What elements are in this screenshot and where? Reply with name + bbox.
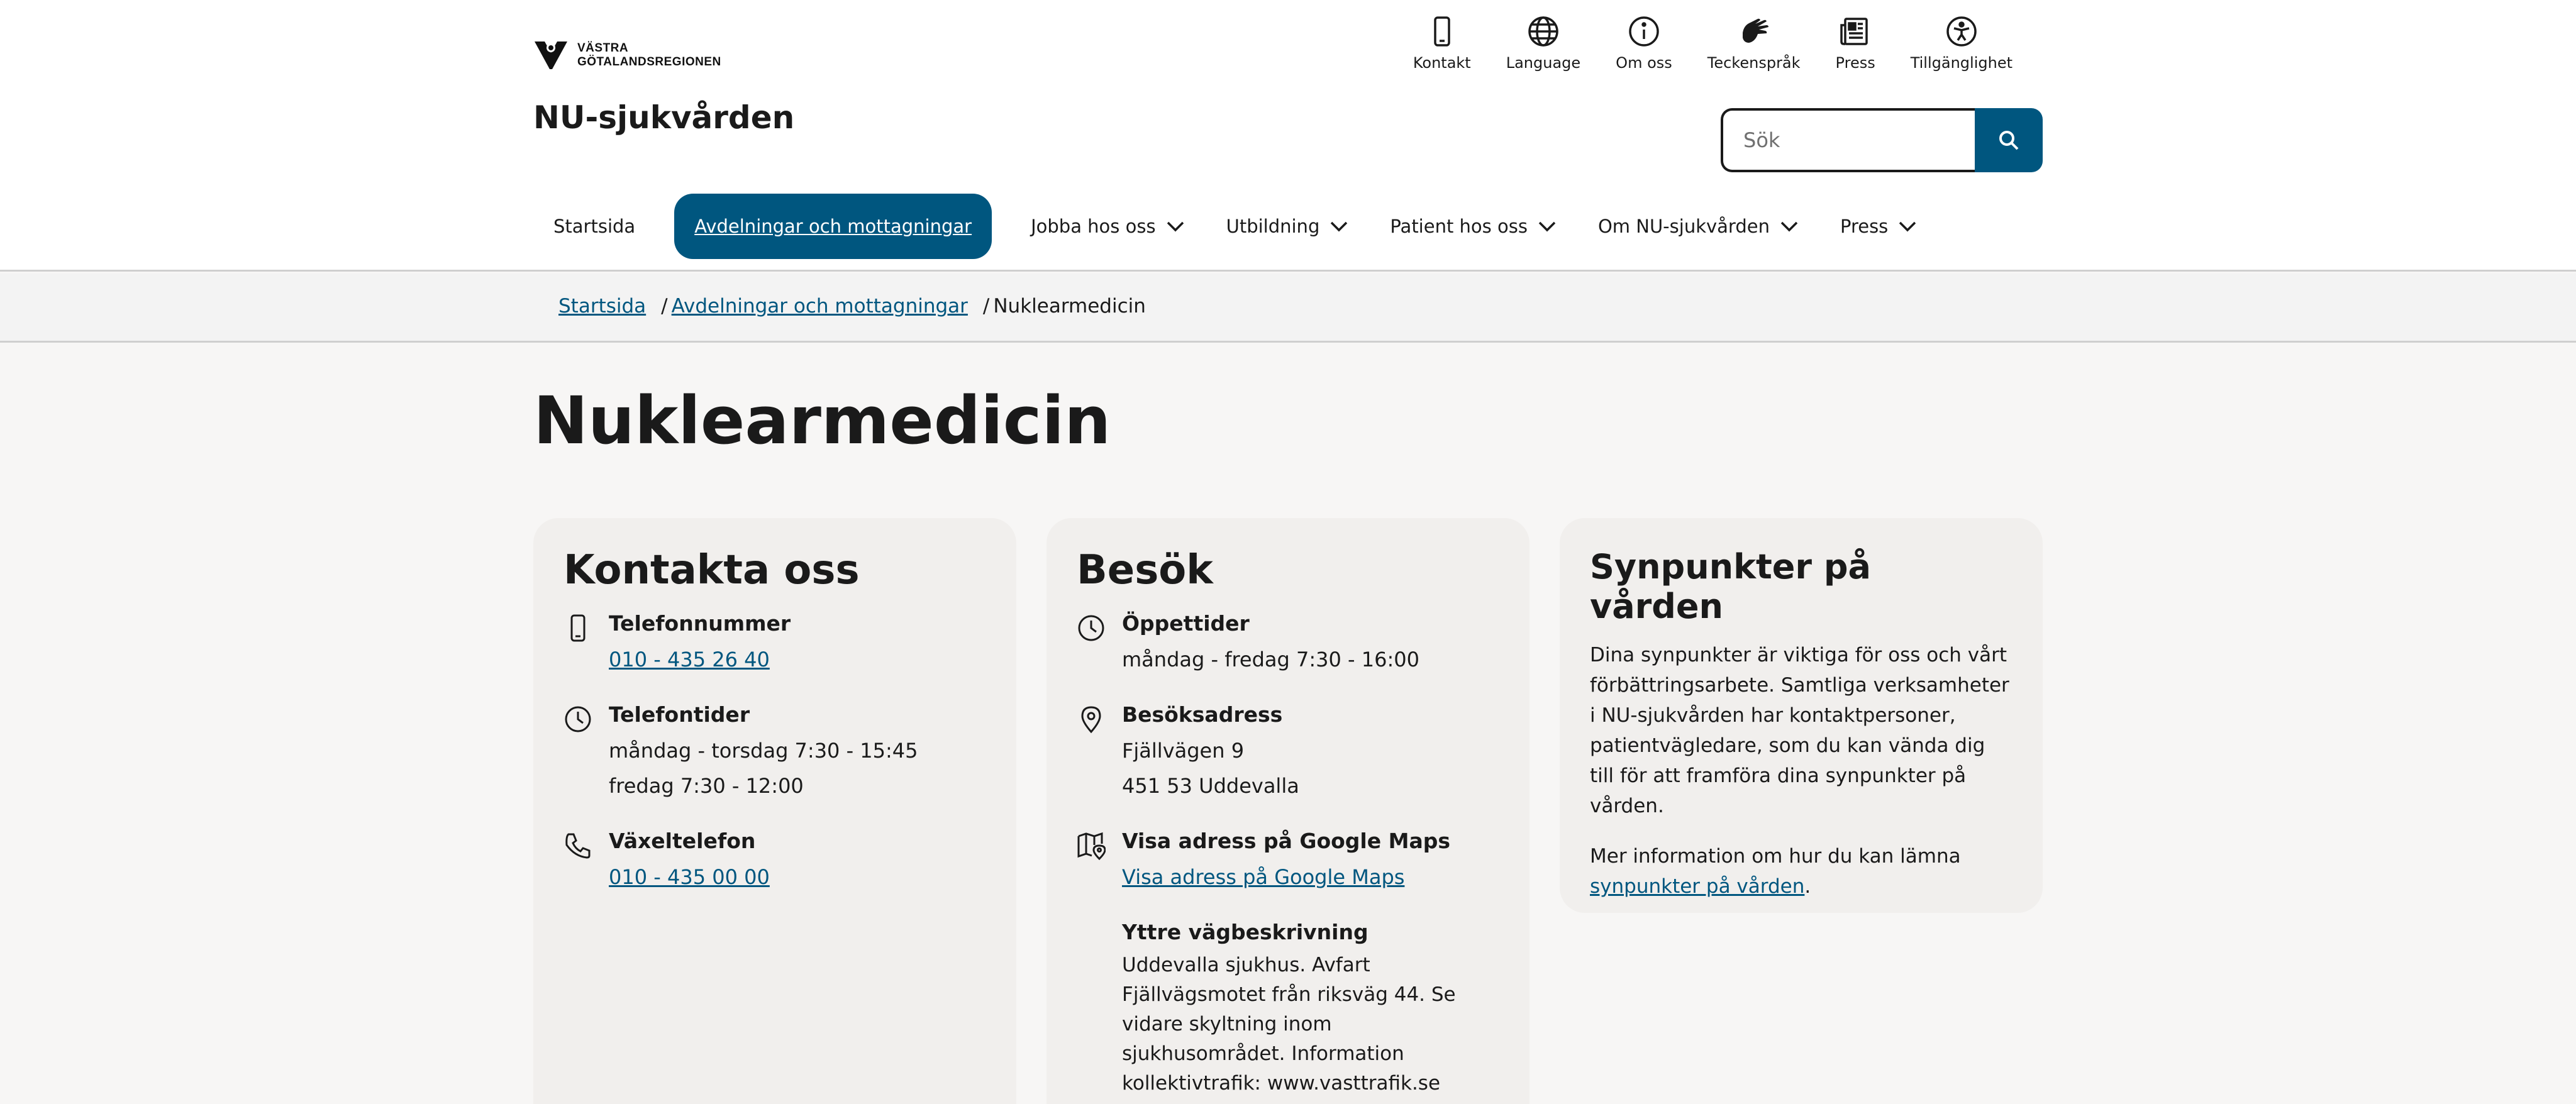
phone-entry: Telefonnummer 010 - 435 26 40 bbox=[564, 611, 986, 677]
chevron-down-icon bbox=[1780, 221, 1798, 232]
nav-item-utbildning[interactable]: Utbildning bbox=[1206, 194, 1370, 259]
top-link-teckensprak[interactable]: Teckenspråk bbox=[1690, 14, 1818, 72]
newspaper-icon bbox=[1840, 18, 1868, 45]
clock-icon bbox=[565, 706, 591, 732]
maps-label: Visa adress på Google Maps bbox=[1122, 829, 1450, 853]
phone-hours-line-2: fredag 7:30 - 12:00 bbox=[609, 774, 804, 798]
search-icon bbox=[1999, 131, 2019, 150]
vgr-logo-icon bbox=[535, 41, 567, 69]
maps-entry: Visa adress på Google Maps Visa adress p… bbox=[1077, 829, 1499, 895]
breadcrumb-current: Nuklearmedicin bbox=[993, 295, 1146, 317]
logo-line-1: VÄSTRA bbox=[577, 41, 629, 55]
switchboard-link[interactable]: 010 - 435 00 00 bbox=[609, 865, 770, 889]
logo-line-2: GÖTALANDSREGIONEN bbox=[577, 55, 721, 69]
phone-hours-line-1: måndag - torsdag 7:30 - 15:45 bbox=[609, 739, 918, 763]
phone-label: Telefonnummer bbox=[609, 611, 791, 636]
switchboard-entry: Växeltelefon 010 - 435 00 00 bbox=[564, 829, 986, 895]
top-link-label: Kontakt bbox=[1413, 54, 1471, 72]
breadcrumb: Startsida / Avdelningar och mottagningar… bbox=[558, 295, 1146, 317]
visit-address-label: Besöksadress bbox=[1122, 702, 1283, 727]
visit-card-title: Besök bbox=[1077, 547, 1213, 593]
feedback-more-info: Mer information om hur du kan lämna synp… bbox=[1590, 841, 2012, 902]
top-link-label: Press bbox=[1835, 54, 1875, 72]
search-input[interactable] bbox=[1721, 108, 1975, 172]
page-title: Nuklearmedicin bbox=[533, 382, 1111, 459]
nav-label: Om NU-sjukvården bbox=[1597, 216, 1770, 237]
breadcrumb-separator: / bbox=[661, 295, 668, 317]
top-link-language[interactable]: Language bbox=[1489, 14, 1598, 72]
contact-card-title: Kontakta oss bbox=[564, 547, 860, 593]
feedback-card-title: Synpunkter på vården bbox=[1590, 547, 1871, 626]
accessibility-icon bbox=[1946, 16, 1977, 47]
top-link-label: Language bbox=[1506, 54, 1581, 72]
switchboard-label: Växeltelefon bbox=[609, 829, 756, 853]
opening-hours-label: Öppettider bbox=[1122, 611, 1250, 636]
feedback-link[interactable]: synpunkter på vården bbox=[1590, 875, 1804, 898]
location-pin-icon bbox=[1081, 706, 1101, 734]
globe-icon bbox=[1528, 16, 1558, 47]
feedback-more-suffix: . bbox=[1804, 875, 1811, 898]
top-link-label: Tillgänglighet bbox=[1910, 54, 2012, 72]
top-link-kontakt[interactable]: Kontakt bbox=[1396, 14, 1489, 72]
breadcrumb-section-link[interactable]: Avdelningar och mottagningar bbox=[672, 295, 968, 317]
google-maps-link[interactable]: Visa adress på Google Maps bbox=[1122, 865, 1404, 889]
nav-label: Press bbox=[1840, 216, 1889, 237]
feedback-paragraph: Dina synpunkter är viktiga för oss och v… bbox=[1590, 644, 2009, 817]
top-link-label: Om oss bbox=[1616, 54, 1672, 72]
contact-card: Kontakta oss Telefonnummer 010 - 435 26 … bbox=[533, 518, 1016, 1104]
info-icon bbox=[1629, 16, 1659, 47]
vgr-logo[interactable]: VÄSTRA GÖTALANDSREGIONEN bbox=[533, 39, 721, 72]
opening-hours-entry: Öppettider måndag - fredag 7:30 - 16:00 bbox=[1077, 611, 1499, 677]
site-title[interactable]: NU-sjukvården bbox=[533, 99, 794, 136]
chevron-down-icon bbox=[1899, 221, 1916, 232]
utility-links: Kontakt Language Om oss Teckenspråk Pres… bbox=[1396, 14, 2030, 72]
nav-item-om-nu[interactable]: Om NU-sjukvården bbox=[1578, 194, 1820, 259]
telephone-icon bbox=[565, 833, 591, 859]
feedback-card: Synpunkter på vården Dina synpunkter är … bbox=[1560, 518, 2043, 913]
clock-icon bbox=[1078, 615, 1104, 641]
directions-entry: Yttre vägbeskrivning Uddevalla sjukhus. … bbox=[1077, 920, 1499, 1098]
phone-hours-entry: Telefontider måndag - torsdag 7:30 - 15:… bbox=[564, 702, 986, 803]
search-form bbox=[1721, 108, 2043, 172]
breadcrumb-separator: / bbox=[982, 295, 990, 317]
phone-link[interactable]: 010 - 435 26 40 bbox=[609, 648, 770, 671]
nav-item-startsida[interactable]: Startsida bbox=[533, 194, 655, 259]
visit-address-line-2: 451 53 Uddevalla bbox=[1122, 774, 1299, 798]
nav-label: Utbildning bbox=[1226, 216, 1320, 237]
phone-hours-label: Telefontider bbox=[609, 702, 750, 727]
top-link-om-oss[interactable]: Om oss bbox=[1598, 14, 1690, 72]
site-header: VÄSTRA GÖTALANDSREGIONEN NU-sjukvården K… bbox=[0, 0, 2576, 272]
nav-item-press[interactable]: Press bbox=[1820, 194, 1938, 259]
nav-label: Avdelningar och mottagningar bbox=[694, 216, 972, 237]
directions-text: Uddevalla sjukhus. Avfart Fjällvägsmotet… bbox=[1122, 954, 1456, 1095]
nav-label: Patient hos oss bbox=[1390, 216, 1528, 237]
nav-item-avdelningar[interactable]: Avdelningar och mottagningar bbox=[674, 194, 992, 259]
nav-item-jobba[interactable]: Jobba hos oss bbox=[1011, 194, 1206, 259]
breadcrumb-bar: Startsida / Avdelningar och mottagningar… bbox=[0, 273, 2576, 343]
opening-hours-value: måndag - fredag 7:30 - 16:00 bbox=[1122, 648, 1419, 671]
mobile-phone-icon bbox=[570, 614, 586, 642]
nav-item-patient[interactable]: Patient hos oss bbox=[1370, 194, 1578, 259]
mobile-phone-icon bbox=[1434, 16, 1450, 47]
top-link-tillganglighet[interactable]: Tillgänglighet bbox=[1893, 14, 2030, 72]
visit-card: Besök Öppettider måndag - fredag 7:30 - … bbox=[1046, 518, 1530, 1104]
directions-label: Yttre vägbeskrivning bbox=[1122, 920, 1368, 944]
feedback-more-prefix: Mer information om hur du kan lämna bbox=[1590, 845, 1961, 868]
visit-address-entry: Besöksadress Fjällvägen 9 451 53 Uddeval… bbox=[1077, 702, 1499, 803]
nav-label: Startsida bbox=[553, 216, 636, 237]
map-icon bbox=[1077, 832, 1106, 861]
visit-address-line-1: Fjällvägen 9 bbox=[1122, 739, 1245, 763]
chevron-down-icon bbox=[1538, 221, 1556, 232]
top-link-label: Teckenspråk bbox=[1707, 54, 1801, 72]
chevron-down-icon bbox=[1331, 221, 1348, 232]
main-navigation: Startsida Avdelningar och mottagningar J… bbox=[533, 194, 1938, 259]
nav-label: Jobba hos oss bbox=[1031, 216, 1156, 237]
search-button[interactable] bbox=[1975, 108, 2043, 172]
chevron-down-icon bbox=[1167, 221, 1184, 232]
breadcrumb-home-link[interactable]: Startsida bbox=[558, 295, 646, 317]
sign-language-icon bbox=[1742, 18, 1768, 43]
top-link-press[interactable]: Press bbox=[1818, 14, 1893, 72]
